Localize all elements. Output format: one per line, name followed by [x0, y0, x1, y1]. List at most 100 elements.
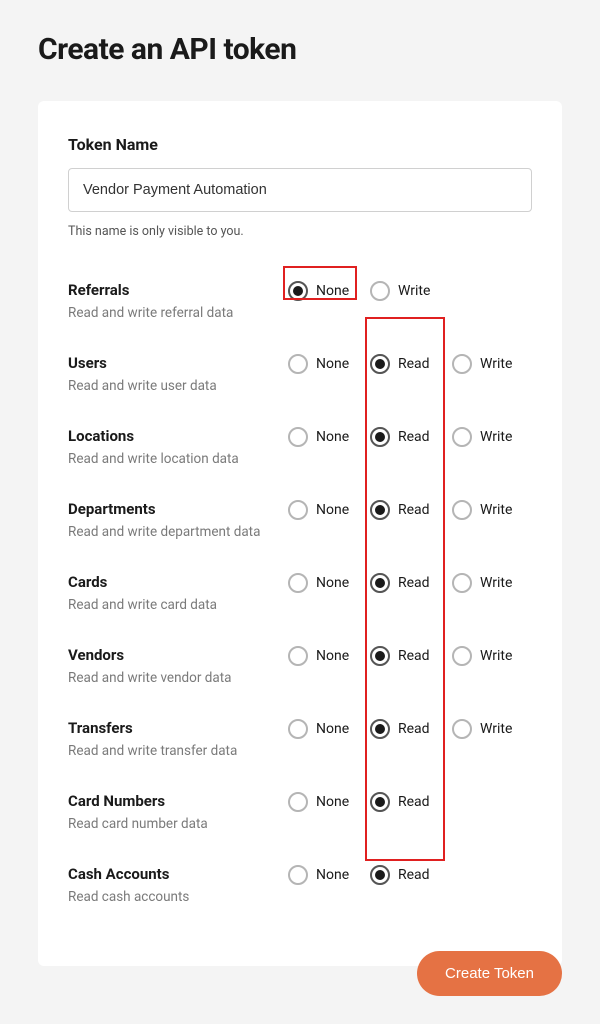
radio-vendors-none[interactable]: None — [288, 646, 352, 666]
perm-desc: Read and write card data — [68, 596, 280, 614]
perm-info: UsersRead and write user data — [68, 354, 288, 395]
perm-row-users: UsersRead and write user data None Read Wri… — [68, 346, 532, 419]
radio-circle-icon — [370, 719, 390, 739]
radio-circle-icon — [370, 500, 390, 520]
radio-circle-icon — [370, 792, 390, 812]
perm-title: Users — [68, 354, 280, 373]
perm-title: Card Numbers — [68, 792, 280, 811]
radio-circle-icon — [288, 865, 308, 885]
perm-desc: Read and write vendor data — [68, 669, 280, 687]
perm-info: Vendors Read and write vendor data — [68, 646, 288, 687]
radio-users-none[interactable]: None — [288, 354, 352, 374]
perm-options: None Read Write — [288, 427, 516, 447]
token-name-input[interactable] — [68, 168, 532, 212]
perm-desc: Read cash accounts — [68, 888, 280, 906]
perm-options: None Read Write — [288, 354, 516, 374]
perm-row-cash_accounts: Cash Accounts Read cash accounts None Read — [68, 857, 532, 930]
radio-label: None — [316, 721, 349, 737]
perm-info: Card Numbers Read card number data — [68, 792, 288, 833]
radio-label: None — [316, 429, 349, 445]
radio-circle-icon — [452, 573, 472, 593]
radio-label: None — [316, 502, 349, 518]
perm-desc: Read and write transfer data — [68, 742, 280, 760]
radio-referrals-none[interactable]: None — [288, 281, 352, 301]
radio-circle-icon — [288, 427, 308, 447]
radio-circle-icon — [370, 865, 390, 885]
radio-circle-icon — [370, 427, 390, 447]
permissions-list: Referrals Read and write referral data Non… — [68, 273, 532, 930]
radio-label: Read — [398, 794, 430, 810]
perm-options: None Read Write — [288, 573, 516, 593]
radio-transfers-read[interactable]: Read — [370, 719, 434, 739]
radio-label: None — [316, 575, 349, 591]
token-name-label: Token Name — [68, 135, 532, 154]
perm-options: None Write — [288, 281, 434, 301]
radio-circle-icon — [288, 281, 308, 301]
radio-users-read[interactable]: Read — [370, 354, 434, 374]
radio-circle-icon — [452, 354, 472, 374]
perm-info: CardsRead and write card data — [68, 573, 288, 614]
perm-title: Locations — [68, 427, 280, 446]
radio-transfers-write[interactable]: Write — [452, 719, 516, 739]
radio-circle-icon — [370, 646, 390, 666]
radio-label: Write — [480, 648, 512, 664]
perm-desc: Read card number data — [68, 815, 280, 833]
radio-label: Write — [480, 575, 512, 591]
perm-title: Transfers — [68, 719, 280, 738]
perm-options: None Read — [288, 865, 434, 885]
radio-circle-icon — [370, 281, 390, 301]
radio-label: Write — [480, 721, 512, 737]
perm-title: Cash Accounts — [68, 865, 280, 884]
radio-cards-write[interactable]: Write — [452, 573, 516, 593]
radio-cash_accounts-none[interactable]: None — [288, 865, 352, 885]
page-title: Create an API token — [38, 32, 562, 67]
radio-locations-none[interactable]: None — [288, 427, 352, 447]
perm-info: DepartmentsRead and write department dat… — [68, 500, 288, 541]
radio-locations-write[interactable]: Write — [452, 427, 516, 447]
radio-transfers-none[interactable]: None — [288, 719, 352, 739]
radio-circle-icon — [288, 500, 308, 520]
radio-locations-read[interactable]: Read — [370, 427, 434, 447]
radio-label: Write — [480, 356, 512, 372]
radio-label: None — [316, 794, 349, 810]
radio-cash_accounts-read[interactable]: Read — [370, 865, 434, 885]
perm-row-vendors: Vendors Read and write vendor data None Rea… — [68, 638, 532, 711]
radio-label: Write — [480, 429, 512, 445]
perm-row-transfers: Transfers Read and write transfer data Non… — [68, 711, 532, 784]
radio-circle-icon — [288, 646, 308, 666]
perm-info: Referrals Read and write referral data — [68, 281, 288, 322]
radio-cards-read[interactable]: Read — [370, 573, 434, 593]
radio-departments-write[interactable]: Write — [452, 500, 516, 520]
radio-users-write[interactable]: Write — [452, 354, 516, 374]
radio-circle-icon — [452, 427, 472, 447]
radio-circle-icon — [288, 792, 308, 812]
radio-label: Read — [398, 575, 430, 591]
radio-vendors-read[interactable]: Read — [370, 646, 434, 666]
radio-circle-icon — [452, 719, 472, 739]
radio-departments-none[interactable]: None — [288, 500, 352, 520]
perm-desc: Read and write location data — [68, 450, 280, 468]
radio-label: None — [316, 356, 349, 372]
perm-options: None Read Write — [288, 719, 516, 739]
radio-vendors-write[interactable]: Write — [452, 646, 516, 666]
create-token-button[interactable]: Create Token — [417, 951, 562, 996]
radio-label: Read — [398, 502, 430, 518]
radio-card_numbers-none[interactable]: None — [288, 792, 352, 812]
perm-row-cards: CardsRead and write card data None Read Wri… — [68, 565, 532, 638]
radio-departments-read[interactable]: Read — [370, 500, 434, 520]
radio-label: None — [316, 648, 349, 664]
radio-label: Read — [398, 867, 430, 883]
radio-label: None — [316, 867, 349, 883]
radio-cards-none[interactable]: None — [288, 573, 352, 593]
radio-card_numbers-read[interactable]: Read — [370, 792, 434, 812]
perm-title: Vendors — [68, 646, 280, 665]
perm-options: None Read Write — [288, 646, 516, 666]
radio-referrals-write[interactable]: Write — [370, 281, 434, 301]
perm-row-locations: Locations Read and write location data Non… — [68, 419, 532, 492]
perm-desc: Read and write referral data — [68, 304, 280, 322]
radio-circle-icon — [370, 573, 390, 593]
perm-title: Referrals — [68, 281, 280, 300]
perm-info: Cash Accounts Read cash accounts — [68, 865, 288, 906]
perm-desc: Read and write department data — [68, 523, 280, 541]
radio-label: None — [316, 283, 349, 299]
